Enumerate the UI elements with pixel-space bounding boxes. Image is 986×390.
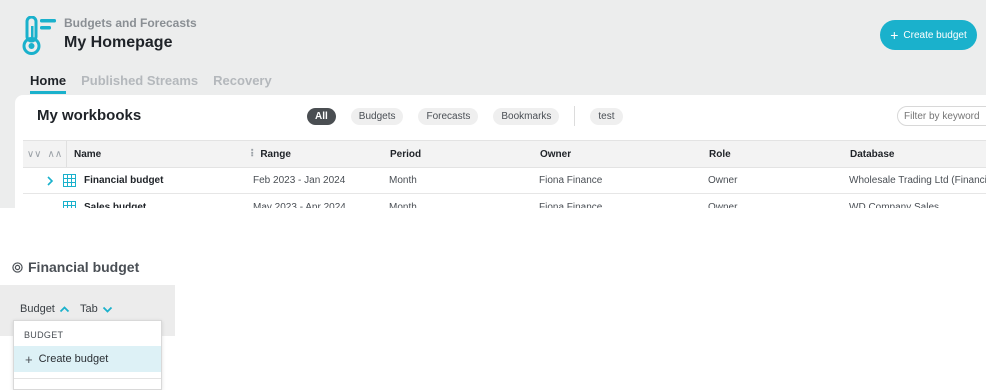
chevron-right-icon[interactable]	[45, 176, 55, 186]
plus-icon: +	[890, 27, 899, 43]
workbook-filters: All Budgets Forecasts Bookmarks test	[307, 106, 638, 126]
budget-dropdown-menu: BUDGET + Create budget	[13, 320, 162, 390]
tab-menu-label: Tab	[80, 303, 98, 315]
row-role: Owner	[708, 202, 738, 208]
row-period: Month	[389, 175, 417, 186]
dropdown-section-header: BUDGET	[24, 330, 64, 340]
drag-handle-icon[interactable]: ⠇	[250, 149, 257, 160]
plus-icon: +	[25, 351, 33, 367]
menu-item-create-budget-label: Create budget	[38, 353, 109, 365]
row-range: Feb 2023 - Jan 2024	[253, 175, 346, 186]
column-header-owner[interactable]: Owner	[540, 141, 571, 169]
row-owner: Fiona Finance	[539, 202, 603, 208]
row-name[interactable]: Financial budget	[84, 168, 163, 194]
row-database: Wholesale Trading Ltd (Financials	[849, 175, 986, 186]
row-name[interactable]: Sales budget	[84, 195, 146, 208]
tab-home[interactable]: Home	[30, 73, 67, 94]
table-row[interactable]: Sales budget May 2023 - Apr 2024 Month F…	[23, 195, 986, 208]
expand-all-icon[interactable]: ∧∧	[48, 149, 63, 160]
row-range: May 2023 - Apr 2024	[253, 202, 346, 208]
budget-menu-label: Budget	[20, 303, 55, 315]
grid-icon	[63, 174, 76, 187]
filter-keyword-input[interactable]	[897, 106, 986, 126]
column-header-range[interactable]: ⠇ Range	[250, 141, 291, 169]
chevron-down-icon	[102, 306, 112, 313]
collapse-all-icon[interactable]: ∨∨	[27, 149, 42, 160]
tab-recovery[interactable]: Recovery	[213, 73, 272, 94]
tab-published-streams[interactable]: Published Streams	[81, 73, 198, 94]
column-header-range-label: Range	[260, 149, 291, 160]
row-role: Owner	[708, 175, 738, 186]
row-database: WD Company Sales	[849, 202, 940, 208]
column-header-role[interactable]: Role	[709, 141, 731, 169]
row-owner: Fiona Finance	[539, 175, 603, 186]
column-header-database[interactable]: Database	[850, 141, 894, 169]
filter-budgets[interactable]: Budgets	[350, 107, 404, 125]
main-tabs: Home Published Streams Recovery	[30, 73, 272, 94]
tab-menu-button[interactable]: Tab	[80, 303, 113, 315]
budget-title-label: Financial budget	[28, 259, 140, 275]
page-title: My Homepage	[64, 34, 173, 51]
row-period: Month	[389, 202, 417, 208]
workbooks-card: My workbooks All Budgets Forecasts Bookm…	[15, 95, 986, 208]
homepage-panel: Budgets and Forecasts My Homepage + Crea…	[0, 0, 986, 208]
filter-bookmarks[interactable]: Bookmarks	[493, 107, 560, 125]
column-header-period[interactable]: Period	[390, 141, 421, 169]
filter-divider	[574, 106, 576, 126]
create-budget-button[interactable]: + Create budget	[880, 20, 977, 50]
thermometer-logo-icon	[22, 16, 56, 55]
filter-test[interactable]: test	[590, 107, 623, 125]
workbooks-title: My workbooks	[37, 107, 142, 124]
budget-title: Financial budget	[12, 259, 139, 275]
table-header-controls: ∨∨ ∧∧	[23, 141, 67, 167]
dropdown-divider	[14, 378, 161, 379]
chevron-up-icon	[59, 305, 70, 312]
table-header: ∨∨ ∧∧ Name ⠇ Range Period Owner Role Data…	[23, 140, 986, 168]
grid-icon	[63, 201, 76, 208]
create-budget-label: Create budget	[903, 29, 967, 41]
budget-menu-button[interactable]: Budget	[20, 303, 70, 315]
column-header-name[interactable]: Name	[74, 141, 101, 169]
table-row[interactable]: Financial budget Feb 2023 - Jan 2024 Mon…	[23, 168, 986, 194]
target-icon	[12, 261, 23, 273]
filter-all[interactable]: All	[307, 107, 336, 125]
app-subtitle: Budgets and Forecasts	[64, 16, 197, 30]
menu-item-create-budget[interactable]: + Create budget	[14, 346, 161, 372]
filter-forecasts[interactable]: Forecasts	[418, 107, 479, 125]
